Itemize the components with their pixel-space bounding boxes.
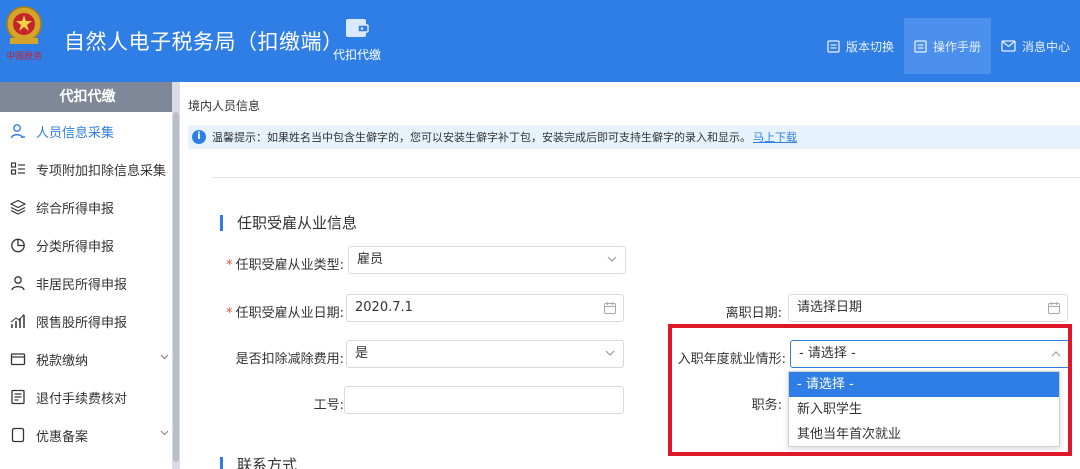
employee-no-label: 工号: (313, 398, 344, 413)
sidebar-title: 代扣代缴 (0, 82, 175, 112)
sidebar-scrollbar[interactable] (172, 82, 180, 469)
sidebar-item-label: 分类所得申报 (36, 239, 115, 255)
employment-type-select[interactable]: 雇员 (348, 246, 626, 274)
sidebar-item-personnel[interactable]: 人员信息采集 (0, 112, 175, 150)
deduct-fee-value: 是 (355, 346, 369, 361)
sidebar-item-tax-payment[interactable]: 税款缴纳 (0, 340, 175, 378)
message-center-button[interactable]: 消息中心 (991, 18, 1080, 74)
sidebar-item-label: 税款缴纳 (36, 353, 89, 369)
employment-date-value: 2020.7.1 (355, 300, 413, 315)
app-title: 自然人电子税务局（扣缴端） (64, 30, 344, 54)
download-link[interactable]: 马上下载 (753, 129, 797, 145)
document-icon (827, 39, 840, 53)
version-switch-label: 版本切换 (845, 39, 894, 54)
header-actions: 版本切换 操作手册 消息中心 (817, 18, 1080, 74)
section-marker (220, 214, 223, 231)
nav-module-label: 代扣代缴 (332, 48, 381, 62)
employment-date-input[interactable]: 2020.7.1 (346, 294, 624, 322)
sidebar-item-comprehensive-income[interactable]: 综合所得申报 (0, 188, 175, 226)
notice-text: 温馨提示：如果姓名当中包含生僻字的，您可以安装生僻字补丁包，安装完成后即可支持生… (212, 131, 751, 144)
user-icon (11, 276, 25, 291)
deduct-fee-label: 是否扣除减除费用: (235, 352, 344, 367)
folder-icon (10, 353, 26, 366)
sidebar-item-label: 非居民所得申报 (36, 277, 128, 293)
section-title-text: 任职受雇从业信息 (237, 214, 358, 232)
file-icon (11, 427, 25, 443)
deduct-fee-select[interactable]: 是 (346, 340, 624, 368)
info-icon: i (192, 130, 206, 144)
chevron-down-icon (160, 430, 169, 436)
chevron-down-icon (607, 256, 617, 262)
document-icon (914, 39, 927, 53)
breadcrumb: 境内人员信息 (188, 99, 261, 113)
list-icon (10, 162, 25, 175)
wallet-icon (346, 19, 369, 37)
divider (212, 177, 1080, 178)
chevron-down-icon (160, 354, 169, 360)
pie-chart-icon (11, 238, 25, 253)
sidebar-item-label: 退付手续费核对 (36, 391, 128, 407)
sidebar-item-label: 限售股所得申报 (36, 315, 128, 331)
sidebar-item-label: 综合所得申报 (36, 201, 115, 217)
section-title-text: 联系方式 (237, 456, 298, 469)
nav-module-withholding[interactable]: 代扣代缴 (322, 16, 392, 63)
required-mark: * (226, 258, 233, 273)
employment-type-value: 雇员 (357, 252, 384, 267)
calendar-icon (1048, 302, 1060, 314)
bar-chart-icon (10, 314, 25, 328)
leave-date-placeholder: 请选择日期 (797, 300, 863, 315)
required-mark: * (226, 306, 233, 321)
highlight-annotation-box (668, 324, 1072, 456)
calendar-icon (604, 302, 616, 314)
employment-type-label-text: 任职受雇从业类型: (235, 258, 344, 273)
sidebar-item-label: 优惠备案 (36, 429, 89, 445)
sidebar-item-label: 专项附加扣除信息采集 (36, 163, 167, 179)
section-marker (220, 456, 223, 469)
leave-date-label: 离职日期: (725, 306, 782, 321)
sidebar-item-special-deduction[interactable]: 专项附加扣除信息采集 (0, 150, 175, 188)
chevron-down-icon (605, 350, 615, 356)
person-icon (10, 124, 25, 139)
leave-date-input[interactable]: 请选择日期 (788, 294, 1068, 322)
top-header: 中国税务 自然人电子税务局（扣缴端） 代扣代缴 版本切换 操作手册 消息中心 (0, 0, 1080, 82)
sidebar-item-label: 人员信息采集 (36, 125, 115, 141)
sidebar-item-preferential-filing[interactable]: 优惠备案 (0, 416, 175, 454)
manual-label: 操作手册 (932, 39, 981, 54)
section-title-employment: 任职受雇从业信息 (220, 212, 357, 233)
employment-date-label: * 任职受雇从业日期: (214, 302, 344, 321)
emblem-text: 中国税务 (6, 50, 42, 62)
mail-icon (1001, 40, 1016, 52)
employee-no-input[interactable] (344, 386, 624, 414)
manual-button[interactable]: 操作手册 (903, 18, 991, 74)
notice-banner: i 温馨提示：如果姓名当中包含生僻字的，您可以安装生僻字补丁包，安装完成后即可支… (188, 125, 1080, 149)
sidebar-item-refund-fee-check[interactable]: 退付手续费核对 (0, 378, 175, 416)
checklist-icon (11, 389, 25, 405)
sidebar-item-nonresident-income[interactable]: 非居民所得申报 (0, 264, 175, 302)
employment-type-label: * 任职受雇从业类型: (214, 254, 344, 273)
version-switch-button[interactable]: 版本切换 (817, 18, 904, 74)
sidebar-item-restricted-stock[interactable]: 限售股所得申报 (0, 302, 175, 340)
sidebar-item-classified-income[interactable]: 分类所得申报 (0, 226, 175, 264)
section-title-contact: 联系方式 (220, 454, 297, 469)
sidebar: 代扣代缴 人员信息采集 专项附加扣除信息采集 综合所得申报 分类所得申报 非居民… (0, 82, 175, 469)
layers-icon (10, 199, 26, 215)
sidebar-scrollbar-thumb[interactable] (173, 112, 179, 462)
message-center-label: 消息中心 (1021, 39, 1070, 54)
tax-emblem-logo: 中国税务 (6, 6, 42, 62)
employment-date-label-text: 任职受雇从业日期: (235, 306, 344, 321)
